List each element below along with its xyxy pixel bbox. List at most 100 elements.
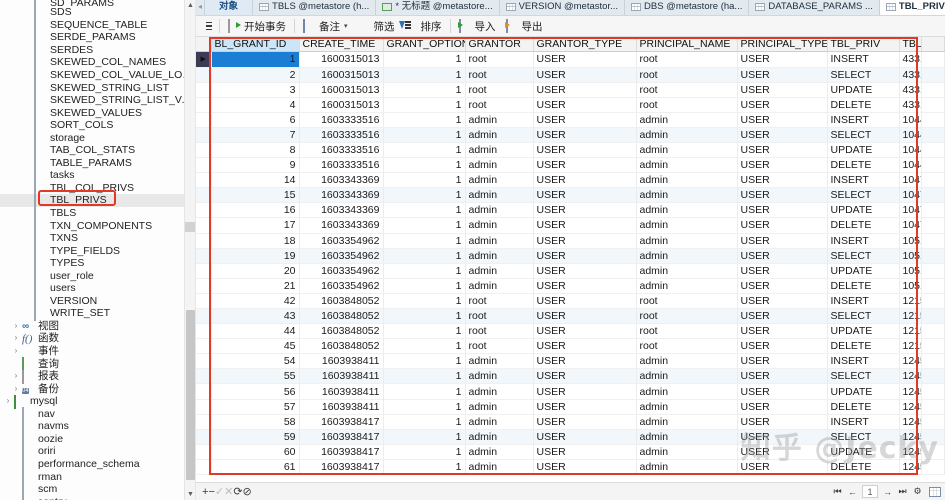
cell-grantor_type[interactable]: USER [533, 82, 637, 98]
tree-item-tasks[interactable]: tasks [0, 168, 195, 183]
cell-tbl_priv[interactable]: INSERT [827, 172, 900, 189]
cell-grant_option[interactable]: 1 [383, 217, 466, 234]
cell-principal_type[interactable]: USER [737, 429, 828, 445]
table-row[interactable]: 15 1603343369 1 admin USER admin USER SELECT 104… [196, 187, 945, 204]
cell-principal_type[interactable]: USER [737, 67, 828, 83]
cell-principal_name[interactable]: admin [636, 142, 738, 159]
table-row[interactable]: 56 1603938411 1 admin USER admin USER UPDATE 124… [196, 383, 945, 400]
cell-bl_grant_id[interactable]: 21 [211, 278, 300, 294]
cell-grant_option[interactable]: 1 [383, 459, 466, 476]
cell-bl_grant_id[interactable]: 16 [211, 202, 300, 219]
cell-tbl_priv[interactable]: SELECT [827, 67, 900, 83]
cell-principal_name[interactable]: admin [636, 459, 738, 476]
data-grid-scroll[interactable]: BL_GRANT_ID CREATE_TIME GRANT_OPTION GRANTO… [196, 37, 945, 481]
cell-tbl_id[interactable]: 12455 [899, 399, 923, 415]
tree-item-skewed_string_list[interactable]: SKEWED_STRING_LIST [0, 81, 195, 96]
cell-principal_type[interactable]: USER [737, 82, 828, 98]
cell-grant_option[interactable]: 1 [383, 293, 466, 310]
table-row[interactable]: 54 1603938411 1 admin USER admin USER INSERT 124… [196, 353, 945, 370]
cell-grant_option[interactable]: 1 [383, 399, 466, 415]
cell-bl_grant_id[interactable]: 43 [211, 308, 300, 325]
cell-grantor_type[interactable]: USER [533, 293, 637, 310]
tree-item--[interactable]: › 04 备份 [0, 382, 195, 395]
cell-principal_name[interactable]: root [636, 67, 738, 83]
cell-principal_name[interactable]: admin [636, 157, 738, 174]
cell-tbl_priv[interactable]: UPDATE [827, 202, 900, 219]
tree-item-tbl_col_privs[interactable]: TBL_COL_PRIVS [0, 181, 195, 196]
cell-grant_option[interactable]: 1 [383, 263, 466, 279]
tree-item-version[interactable]: VERSION [0, 294, 195, 309]
row-marker[interactable]: ▶ [196, 51, 212, 68]
cell-grantor[interactable]: admin [465, 368, 534, 385]
table-row[interactable]: 4316038480521rootUSERrootUSERSELECT12151 [196, 308, 945, 325]
cell-create_time[interactable]: 1603938417 [299, 414, 384, 430]
row-marker[interactable] [196, 82, 212, 98]
tree-item-skewed_values[interactable]: SKEWED_VALUES [0, 106, 195, 121]
row-marker[interactable] [196, 127, 212, 143]
table-row[interactable]: 55 1603938411 1 admin USER admin USER SELECT 124… [196, 368, 945, 385]
scroll-down-icon[interactable]: ▼ [185, 489, 195, 500]
cell-principal_type[interactable]: USER [737, 338, 828, 355]
row-marker[interactable] [196, 459, 212, 476]
cell-bl_grant_id[interactable]: 4 [211, 97, 300, 113]
row-marker[interactable] [196, 248, 212, 264]
cell-grantor_type[interactable]: USER [533, 97, 637, 113]
cell-bl_grant_id[interactable]: 42 [211, 293, 300, 310]
cell-grantor_type[interactable]: USER [533, 459, 637, 476]
cell-grantor[interactable]: admin [465, 414, 534, 430]
cell-create_time[interactable]: 1603354962 [299, 233, 384, 249]
tree-item-types[interactable]: TYPES [0, 256, 195, 271]
tab-version-metas[interactable]: VERSION @metastor... [499, 0, 625, 15]
cell-principal_name[interactable]: root [636, 323, 738, 340]
begin-transaction-button[interactable]: 开始事务 [223, 17, 291, 36]
table-row[interactable]: 316003150131rootUSERrootUSERUPDATE4331 [196, 82, 945, 98]
row-marker[interactable] [196, 217, 212, 234]
cell-create_time[interactable]: 1603333516 [299, 127, 384, 143]
cell-bl_grant_id[interactable]: 3 [211, 82, 300, 98]
cell-grant_option[interactable]: 1 [383, 187, 466, 204]
cell-grantor[interactable]: admin [465, 112, 534, 128]
column-header-tbl_id[interactable]: TBL_ID [899, 37, 923, 52]
hamburger-icon[interactable] [202, 21, 216, 31]
tree-item-tbl_privs[interactable]: TBL_PRIVS [0, 193, 195, 208]
cell-principal_name[interactable]: admin [636, 429, 738, 445]
cell-grantor[interactable]: admin [465, 127, 534, 143]
data-grid-container[interactable]: BL_GRANT_ID CREATE_TIME GRANT_OPTION GRANTO… [196, 37, 945, 481]
cell-tbl_priv[interactable]: DELETE [827, 97, 900, 113]
cell-principal_name[interactable]: root [636, 293, 738, 310]
cell-tbl_id[interactable]: 12151 [899, 323, 923, 340]
cell-grantor[interactable]: root [465, 82, 534, 98]
table-row[interactable]: 58 1603938417 1 admin USER admin USER INSERT 124… [196, 414, 945, 430]
tree-item-sequence_table[interactable]: SEQUENCE_TABLE [0, 18, 195, 33]
tree-item-oozie[interactable]: oozie [0, 432, 195, 447]
row-marker[interactable] [196, 202, 212, 219]
cell-principal_name[interactable]: admin [636, 263, 738, 279]
cell-grant_option[interactable]: 1 [383, 368, 466, 385]
cell-grantor_type[interactable]: USER [533, 51, 637, 68]
cell-grant_option[interactable]: 1 [383, 308, 466, 325]
sort-button[interactable]: 排序 [400, 17, 447, 36]
cell-tbl_priv[interactable]: DELETE [827, 338, 900, 355]
cell-principal_type[interactable]: USER [737, 112, 828, 128]
cell-principal_name[interactable]: root [636, 308, 738, 325]
record-action-buttons[interactable]: +−✓✕⟳⊘ [202, 485, 252, 498]
cell-create_time[interactable]: 1600315013 [299, 51, 384, 68]
cell-principal_name[interactable]: admin [636, 112, 738, 128]
cell-principal_type[interactable]: USER [737, 233, 828, 249]
table-row[interactable]: 20 1603354962 1 admin USER admin USER UPDATE 105… [196, 263, 945, 279]
cell-grant_option[interactable]: 1 [383, 97, 466, 113]
cell-tbl_id[interactable]: 12456 [899, 444, 923, 460]
table-row[interactable]: 14 1603343369 1 admin USER admin USER INSERT 104… [196, 172, 945, 189]
cell-principal_name[interactable]: admin [636, 248, 738, 264]
cell-principal_type[interactable]: USER [737, 187, 828, 204]
cell-grantor_type[interactable]: USER [533, 172, 637, 189]
cell-grantor_type[interactable]: USER [533, 142, 637, 159]
cell-tbl_priv[interactable]: SELECT [827, 368, 900, 385]
cell-bl_grant_id[interactable]: 17 [211, 217, 300, 234]
cell-create_time[interactable]: 1603938411 [299, 399, 384, 415]
cell-create_time[interactable]: 1603938411 [299, 368, 384, 385]
cell-principal_type[interactable]: USER [737, 368, 828, 385]
row-marker[interactable] [196, 399, 212, 415]
cell-create_time[interactable]: 1603354962 [299, 263, 384, 279]
row-marker[interactable] [196, 308, 212, 325]
